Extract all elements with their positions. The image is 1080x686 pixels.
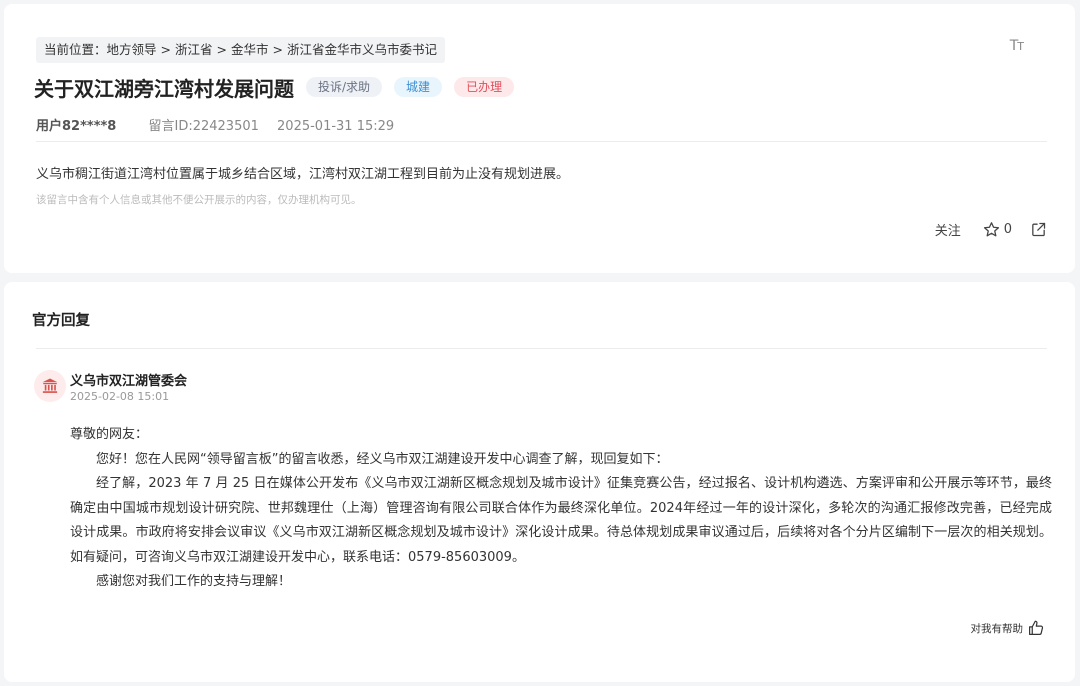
- reply-greeting: 尊敬的网友：: [70, 427, 149, 442]
- share-button[interactable]: [1030, 221, 1047, 238]
- title-row: 关于双江湖旁江湾村发展问题 投诉/求助 城建 已办理: [34, 70, 526, 104]
- breadcrumb-item-leader[interactable]: 浙江省金华市义乌市委书记: [287, 42, 437, 57]
- message-datetime: 2025-01-31 15:29: [277, 119, 395, 134]
- breadcrumb-prefix: 当前位置：: [44, 42, 107, 57]
- reply-section-title: 官方回复: [32, 313, 90, 329]
- reply-datetime: 2025-02-08 15:01: [70, 390, 170, 403]
- government-building-icon: [42, 378, 58, 393]
- page-title: 关于双江湖旁江湾村发展问题: [34, 76, 294, 101]
- breadcrumb-separator: >: [272, 42, 284, 57]
- helpful-button[interactable]: 对我有帮助: [971, 619, 1046, 637]
- reply-paragraph: 感谢您对我们工作的支持与理解！: [96, 574, 292, 589]
- follow-button[interactable]: 关注: [935, 220, 961, 239]
- message-content: 义乌市稠江街道江湾村位置属于城乡结合区域，江湾村双江湖工程到目前为止没有规划进展…: [36, 167, 570, 182]
- breadcrumb-separator: >: [160, 42, 172, 57]
- user-name: 用户82****8: [36, 119, 117, 134]
- reply-body: 尊敬的网友： 您好！您在人民网“领导留言板”的留言收悉，经义乌市双江湖建设开发中…: [70, 423, 1052, 595]
- avatar: [34, 370, 66, 402]
- star-count: 0: [1003, 222, 1012, 237]
- star-button[interactable]: 0: [983, 221, 1012, 238]
- reply-org-name: 义乌市双江湖管委会: [70, 374, 188, 389]
- action-bar: 关注 0: [935, 220, 1047, 239]
- breadcrumb-item-city[interactable]: 金华市: [231, 42, 269, 57]
- category-tag: 投诉/求助: [306, 77, 383, 97]
- thumbs-up-icon: [1029, 620, 1044, 635]
- breadcrumb: 当前位置：地方领导 > 浙江省 > 金华市 > 浙江省金华市义乌市委书记: [36, 37, 446, 63]
- reply-card: 官方回复 义乌市双江湖管委会 2025-02-08 15:01 尊敬的网友： 您…: [4, 282, 1075, 682]
- privacy-note: 该留言中含有个人信息或其他不便公开展示的内容，仅办理机构可见。: [36, 194, 362, 206]
- share-icon: [1032, 222, 1046, 237]
- message-card: 当前位置：地方领导 > 浙江省 > 金华市 > 浙江省金华市义乌市委书记 TT 关于双江湖旁…: [4, 4, 1075, 273]
- message-meta: 用户82****8 留言ID:22423501 2025-01-31 15:29: [36, 115, 394, 134]
- helpful-label: 对我有帮助: [970, 622, 1024, 635]
- divider: [36, 141, 1047, 142]
- field-tag: 城建: [394, 77, 443, 97]
- breadcrumb-item-leaders[interactable]: 地方领导: [107, 42, 157, 57]
- font-size-icon[interactable]: TT: [1010, 38, 1024, 54]
- message-id: 留言ID:22423501: [148, 119, 259, 134]
- breadcrumb-item-province[interactable]: 浙江省: [175, 42, 213, 57]
- star-icon: [983, 222, 999, 237]
- breadcrumb-separator: >: [216, 42, 228, 57]
- status-badge: 已办理: [454, 77, 515, 97]
- reply-paragraph: 您好！您在人民网“领导留言板”的留言收悉，经义乌市双江湖建设开发中心调查了解，现…: [96, 451, 669, 467]
- divider: [36, 348, 1047, 349]
- reply-paragraph: 经了解，2023 年 7 月 25 日在媒体公开发布《义乌市双江湖新区概念规划及…: [70, 476, 1052, 565]
